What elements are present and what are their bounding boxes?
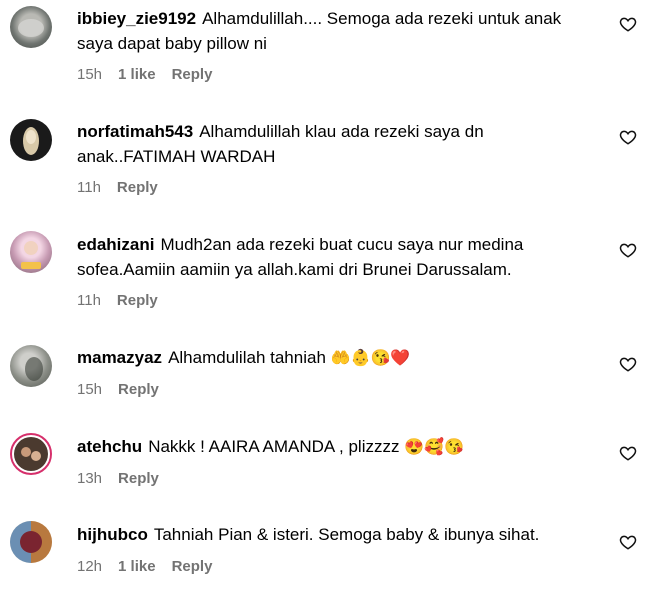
comment-text-block: edahizani Mudh2an ada rezeki buat cucu sa… [77,232,597,282]
heart-outline-icon[interactable] [619,241,637,259]
comment-username[interactable]: mamazyaz [77,348,162,367]
comment-meta: 11h Reply [77,292,158,309]
comment-body: Alhamdulilah tahniah [168,348,326,367]
comment-username[interactable]: hijhubco [77,525,148,544]
comment-username[interactable]: atehchu [77,437,142,456]
comment-text-block: hijhubco Tahniah Pian & isteri. Semoga ba… [77,522,597,547]
avatar[interactable] [10,231,52,273]
comment-meta: 13h Reply [77,470,159,487]
avatar-image [23,127,39,155]
avatar[interactable] [10,119,52,161]
comment-time: 12h [77,558,103,575]
reply-button[interactable]: Reply [172,558,213,575]
heart-outline-icon[interactable] [619,533,637,551]
comment-body: Tahniah Pian & isteri. Semoga baby & ibu… [153,525,540,544]
comment-text-block: norfatimah543 Alhamdulillah klau ada reze… [77,119,597,169]
avatar[interactable] [10,433,52,475]
comment-meta: 11h Reply [77,179,158,196]
reply-button[interactable]: Reply [117,179,158,196]
comment-username[interactable]: ibbiey_zie9192 [77,9,196,28]
comment-time: 11h [77,179,101,196]
avatar-image [14,437,48,471]
avatar-image [21,241,41,269]
avatar[interactable] [10,6,52,48]
reply-button[interactable]: Reply [118,381,159,398]
avatar-image [25,357,43,381]
comment-username[interactable]: norfatimah543 [77,122,193,141]
comment-time: 11h [77,292,101,309]
avatar-image [10,521,52,563]
comment-text-block: ibbiey_zie9192 Alhamdulillah.... Semoga a… [77,6,597,56]
avatar[interactable] [10,521,52,563]
reply-button[interactable]: Reply [118,470,159,487]
heart-outline-icon[interactable] [619,15,637,33]
heart-outline-icon[interactable] [619,128,637,146]
comment-username[interactable]: edahizani [77,235,154,254]
comment-time: 15h [77,381,103,398]
heart-outline-icon[interactable] [619,355,637,373]
comment-body: Nakkk ! AAIRA AMANDA , plizzzz [148,437,400,456]
reply-button[interactable]: Reply [172,66,213,83]
comment-text-block: mamazyaz Alhamdulilah tahniah 🤲👶😘❤️ [77,345,597,371]
comment-time: 13h [77,470,103,487]
comment-likes[interactable]: 1 like [118,66,156,83]
comment-meta: 15h Reply [77,381,159,398]
avatar-image [18,19,44,37]
avatar[interactable] [10,345,52,387]
comment-text-block: atehchu Nakkk ! AAIRA AMANDA , plizzzz 😍🥰… [77,434,597,460]
comment-meta: 15h 1 like Reply [77,66,212,83]
comment-emojis: 🤲👶😘❤️ [330,350,411,367]
reply-button[interactable]: Reply [117,292,158,309]
heart-outline-icon[interactable] [619,444,637,462]
comment-meta: 12h 1 like Reply [77,558,212,575]
comment-emojis: 😍🥰😘 [404,439,464,456]
comment-time: 15h [77,66,103,83]
comment-likes[interactable]: 1 like [118,558,156,575]
